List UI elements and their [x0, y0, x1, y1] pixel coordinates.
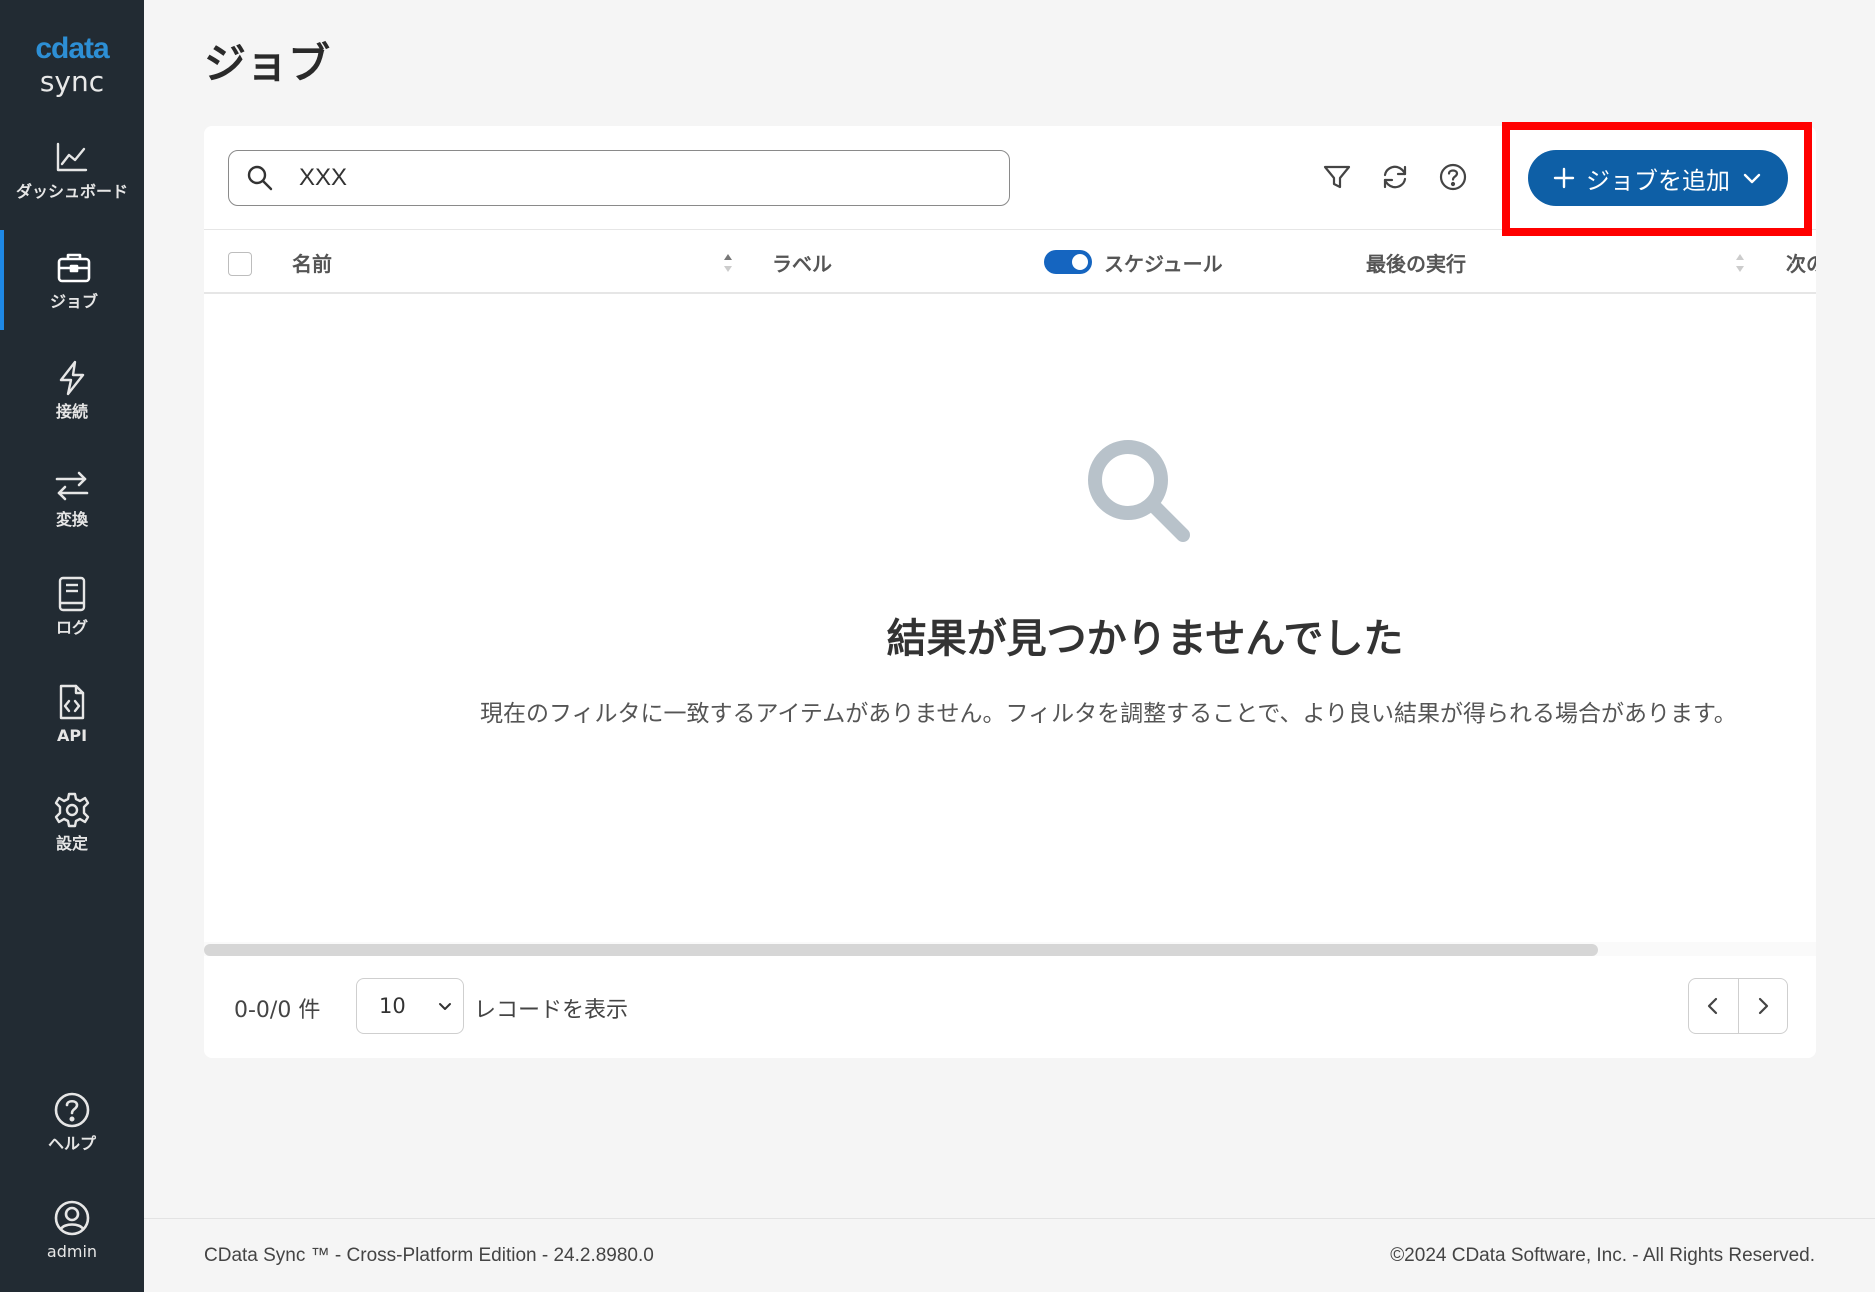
- sidebar-item-help[interactable]: ヘルプ: [0, 1072, 144, 1172]
- previous-page-button[interactable]: [1689, 979, 1738, 1033]
- add-job-label: ジョブを追加: [1586, 166, 1730, 195]
- sidebar-item-label: admin: [46, 1242, 98, 1261]
- magnifier-icon: [1088, 440, 1190, 542]
- chevron-down-icon: [439, 1003, 451, 1010]
- sidebar-item-label: ダッシュボード: [15, 182, 128, 201]
- search-icon: [247, 165, 273, 191]
- page-size-select[interactable]: 10: [356, 978, 464, 1034]
- chart-line-icon: [56, 142, 88, 172]
- sidebar-item-label: ログ: [55, 618, 88, 637]
- chevron-left-icon: [1708, 997, 1718, 1015]
- column-header-next-run[interactable]: 次の: [1786, 248, 1816, 277]
- plus-icon: [1553, 167, 1575, 189]
- sort-icon[interactable]: [722, 250, 734, 276]
- page-size-value: 10: [379, 994, 406, 1018]
- search-input[interactable]: [299, 164, 979, 192]
- toolbar: ジョブを追加: [204, 122, 1816, 236]
- footer-copyright: ©2024 CData Software, Inc. - All Rights …: [1390, 1245, 1815, 1266]
- footer-version: CData Sync ™ - Cross-Platform Edition - …: [204, 1245, 654, 1266]
- search-box[interactable]: [228, 150, 1010, 206]
- sidebar: cdata sync ダッシュボード ジョブ 接続 変換 ログ API 設定 ヘ…: [0, 0, 144, 1292]
- lightning-icon: [59, 360, 85, 396]
- refresh-icon[interactable]: [1378, 160, 1412, 194]
- sidebar-item-logs[interactable]: ログ: [0, 556, 144, 656]
- sidebar-item-connections[interactable]: 接続: [0, 340, 144, 440]
- filter-icon[interactable]: [1320, 160, 1354, 194]
- sidebar-item-jobs[interactable]: ジョブ: [0, 230, 144, 330]
- column-header-name[interactable]: 名前: [292, 248, 332, 277]
- sidebar-item-label: API: [56, 726, 88, 745]
- sidebar-item-transformations[interactable]: 変換: [0, 448, 144, 548]
- sidebar-item-label: 設定: [55, 834, 88, 853]
- gear-icon: [54, 792, 90, 828]
- toggle-knob: [1072, 254, 1088, 270]
- jobs-card: ジョブを追加 名前 ラベル スケジュール 最後の実行 次の 結果が見つかりません…: [204, 122, 1816, 1058]
- cdata-sync-logo[interactable]: cdata sync: [0, 32, 144, 98]
- sidebar-item-api[interactable]: API: [0, 664, 144, 764]
- logo-sync-text: sync: [39, 65, 105, 98]
- add-job-button[interactable]: ジョブを追加: [1528, 150, 1788, 206]
- code-file-icon: [59, 684, 85, 720]
- help-circle-icon: [54, 1092, 90, 1128]
- user-circle-icon: [54, 1200, 90, 1236]
- column-header-label[interactable]: ラベル: [772, 248, 832, 277]
- schedule-toggle[interactable]: [1044, 250, 1092, 274]
- column-header-last-run[interactable]: 最後の実行: [1366, 248, 1466, 277]
- horizontal-scrollbar-thumb[interactable]: [204, 944, 1598, 956]
- pagination: 0-0/0 件 10 レコードを表示: [204, 956, 1816, 1058]
- arrows-exchange-icon: [55, 471, 89, 501]
- footer: CData Sync ™ - Cross-Platform Edition - …: [144, 1218, 1875, 1292]
- table-header: 名前 ラベル スケジュール 最後の実行 次の: [204, 230, 1816, 294]
- sidebar-item-label: 接続: [55, 402, 88, 421]
- next-page-button[interactable]: [1737, 979, 1787, 1033]
- sidebar-item-settings[interactable]: 設定: [0, 772, 144, 872]
- record-range: 0-0/0 件: [234, 998, 321, 1023]
- empty-state: 結果が見つかりませんでした 現在のフィルタに一致するアイテムがありません。フィル…: [204, 294, 1816, 942]
- empty-state-description: 現在のフィルタに一致するアイテムがありません。フィルタを調整することで、より良い…: [480, 701, 1737, 727]
- sidebar-item-label: ヘルプ: [47, 1134, 96, 1153]
- chevron-down-icon: [1743, 173, 1761, 184]
- select-all-checkbox[interactable]: [228, 252, 252, 276]
- logo-cdata-text: cdata: [35, 32, 109, 65]
- empty-state-title: 結果が見つかりませんでした: [886, 616, 1404, 662]
- book-icon: [58, 576, 86, 612]
- sort-icon[interactable]: [1734, 250, 1746, 276]
- pager-buttons: [1688, 978, 1788, 1034]
- page-size-suffix: レコードを表示: [474, 998, 629, 1023]
- help-icon[interactable]: [1436, 160, 1470, 194]
- sidebar-item-dashboard[interactable]: ダッシュボード: [0, 120, 144, 220]
- chevron-right-icon: [1758, 997, 1769, 1015]
- column-header-schedule[interactable]: スケジュール: [1104, 248, 1223, 277]
- sidebar-item-admin[interactable]: admin: [0, 1180, 144, 1280]
- sidebar-item-label: ジョブ: [49, 292, 98, 311]
- briefcase-icon: [57, 253, 91, 283]
- sidebar-item-label: 変換: [55, 510, 88, 529]
- page-title: ジョブ: [204, 39, 331, 88]
